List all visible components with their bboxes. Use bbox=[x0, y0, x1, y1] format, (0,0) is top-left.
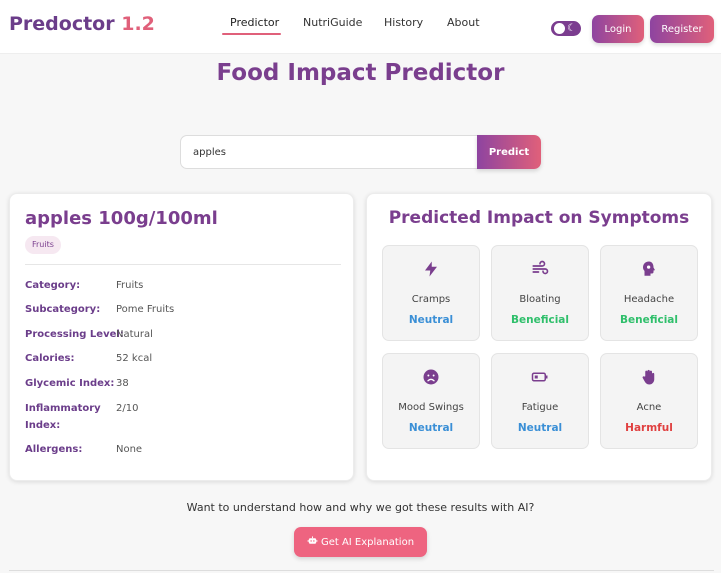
detail-label: Allergens: bbox=[25, 444, 83, 455]
head-icon bbox=[601, 260, 697, 280]
wind-icon bbox=[492, 260, 588, 280]
ai-button-label: Get AI Explanation bbox=[320, 537, 415, 548]
detail-label: Glycemic Index: bbox=[25, 378, 115, 389]
nav-link-history[interactable]: History bbox=[384, 16, 423, 29]
food-title: apples 100g/100ml bbox=[25, 208, 218, 229]
detail-value: Fruits bbox=[116, 280, 144, 291]
symptom-result: Neutral bbox=[517, 422, 563, 434]
active-nav-indicator bbox=[222, 33, 281, 35]
ai-explanation-prompt: Want to understand how and why we got th… bbox=[186, 501, 535, 514]
symptom-name: Cramps bbox=[411, 294, 451, 305]
nav-link-about[interactable]: About bbox=[447, 16, 480, 29]
detail-value: Natural bbox=[116, 329, 153, 340]
sad-face-icon bbox=[383, 368, 479, 388]
detail-value: 2/10 bbox=[116, 403, 139, 414]
symptom-tile-headache: Headache Beneficial bbox=[600, 245, 698, 341]
get-ai-explanation-button[interactable]: Get AI Explanation bbox=[294, 527, 427, 557]
moon-icon: ☾ bbox=[567, 23, 576, 34]
detail-value: None bbox=[116, 444, 143, 455]
symptom-name: Bloating bbox=[519, 294, 561, 305]
symptom-result: Neutral bbox=[408, 314, 454, 326]
predict-button[interactable]: Predict bbox=[477, 135, 541, 169]
symptom-name: Acne bbox=[636, 402, 662, 413]
symptom-tile-bloating: Bloating Beneficial bbox=[491, 245, 589, 341]
navbar: Predoctor 1.2 Predictor NutriGuide Histo… bbox=[0, 0, 721, 54]
login-button[interactable]: Login bbox=[592, 15, 644, 43]
detail-value: 38 bbox=[116, 378, 129, 389]
symptom-name: Mood Swings bbox=[398, 402, 464, 413]
food-search-input[interactable] bbox=[180, 135, 478, 169]
symptom-tile-acne: Acne Harmful bbox=[600, 353, 698, 449]
robot-icon bbox=[307, 535, 318, 549]
food-category-tag: Fruits bbox=[25, 236, 61, 254]
toggle-knob bbox=[554, 23, 565, 34]
lightning-icon bbox=[383, 260, 479, 280]
detail-value: Pome Fruits bbox=[116, 304, 175, 315]
detail-label: Calories: bbox=[25, 353, 75, 364]
detail-label: Processing Level: bbox=[25, 329, 124, 340]
impact-title: Predicted Impact on Symptoms bbox=[388, 208, 690, 228]
symptom-name: Fatigue bbox=[521, 402, 559, 413]
brand-logo[interactable]: Predoctor 1.2 bbox=[9, 13, 155, 35]
hand-icon bbox=[601, 368, 697, 388]
symptom-tile-mood-swings: Mood Swings Neutral bbox=[382, 353, 480, 449]
battery-low-icon bbox=[492, 368, 588, 388]
dark-mode-toggle[interactable]: ☾ bbox=[551, 21, 581, 36]
symptom-tile-cramps: Cramps Neutral bbox=[382, 245, 480, 341]
impact-card: Predicted Impact on Symptoms Cramps Neut… bbox=[366, 193, 712, 481]
food-details-card: apples 100g/100ml Fruits Category: Fruit… bbox=[9, 193, 354, 481]
divider bbox=[25, 264, 341, 265]
symptom-result: Beneficial bbox=[510, 314, 569, 326]
detail-value: 52 kcal bbox=[116, 353, 153, 364]
detail-label: Category: bbox=[25, 280, 81, 291]
detail-label: Inflammatory Index: bbox=[25, 403, 101, 431]
nav-link-predictor[interactable]: Predictor bbox=[230, 16, 279, 29]
footer-divider bbox=[9, 570, 714, 571]
symptom-result: Neutral bbox=[408, 422, 454, 434]
symptom-tile-fatigue: Fatigue Neutral bbox=[491, 353, 589, 449]
detail-label: Subcategory: bbox=[25, 304, 101, 315]
nav-link-nutriguide[interactable]: NutriGuide bbox=[303, 16, 362, 29]
symptom-name: Headache bbox=[623, 294, 675, 305]
register-button[interactable]: Register bbox=[650, 15, 714, 43]
symptom-result: Harmful bbox=[625, 422, 673, 434]
page-title: Food Impact Predictor bbox=[216, 60, 505, 86]
symptom-result: Beneficial bbox=[619, 314, 678, 326]
